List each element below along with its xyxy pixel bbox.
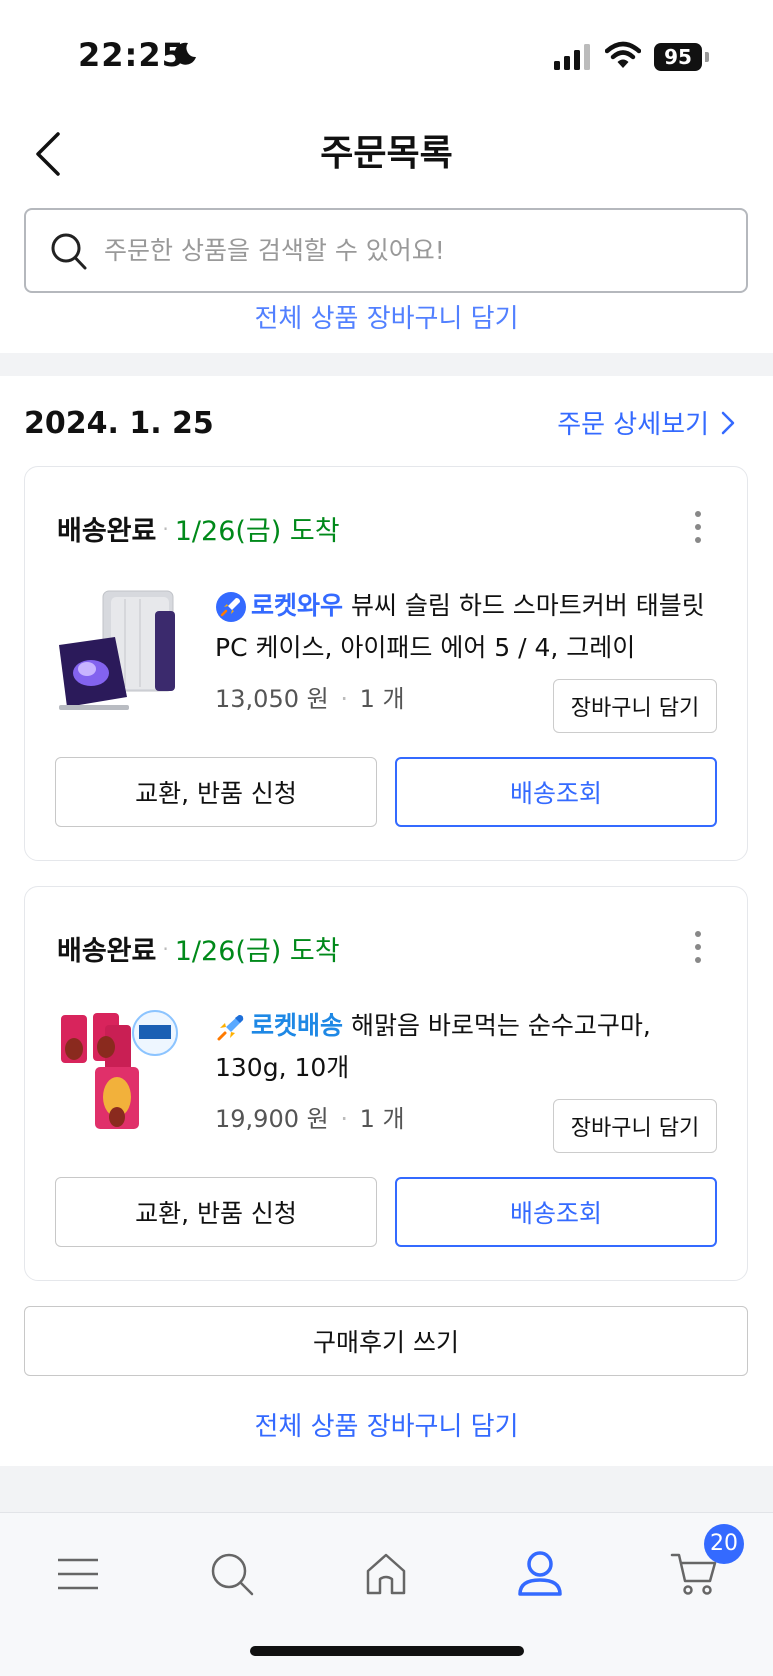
- write-review-button[interactable]: 구매후기 쓰기: [24, 1306, 748, 1376]
- product-image-tablet-case[interactable]: [55, 585, 185, 715]
- wifi-icon: [605, 41, 641, 68]
- product-image-sweet-potato[interactable]: [55, 1005, 185, 1135]
- order-item-card: 배송완료 · 1/26(금) 도착 로켓와우 뷰씨 슬림 하드 스마트커버 태블…: [24, 466, 748, 861]
- product-name-line[interactable]: 로켓배송 해맑음 바로먹는 순수고구마, 130g, 10개: [215, 1005, 725, 1089]
- arrival-date: 1/26(금) 도착: [174, 516, 340, 547]
- price: 13,050 원: [215, 685, 329, 713]
- add-to-cart-button[interactable]: 장바구니 담기: [553, 1099, 717, 1153]
- order-detail-label: 주문 상세보기: [557, 410, 709, 440]
- status-label: 배송완료: [57, 936, 157, 967]
- nav-my-page[interactable]: [500, 1539, 580, 1609]
- order-date: 2024. 1. 25: [24, 406, 214, 441]
- separator-dot: ·: [332, 1105, 356, 1133]
- order-group: 2024. 1. 25 주문 상세보기 배송완료 · 1/26(금) 도착 로켓…: [0, 376, 773, 1466]
- separator-dot: ·: [332, 685, 356, 713]
- add-all-to-cart-link-peek[interactable]: 전체 상품 장바구니 담기: [0, 298, 773, 335]
- separator-dot: ·: [162, 516, 169, 541]
- add-all-to-cart-link[interactable]: 전체 상품 장바구니 담기: [0, 1406, 773, 1443]
- home-icon: [366, 1553, 406, 1595]
- price: 19,900 원: [215, 1105, 329, 1133]
- menu-icon: [58, 1558, 98, 1590]
- quantity: 1 개: [359, 685, 405, 713]
- cart-count-badge: 20: [704, 1524, 744, 1564]
- track-delivery-button[interactable]: 배송조회: [395, 1177, 717, 1247]
- more-options-icon[interactable]: [693, 931, 703, 967]
- search-area: 전체 상품 장바구니 담기: [0, 198, 773, 353]
- rocket-wow-badge-icon: [216, 592, 246, 622]
- cellular-signal-icon: [554, 44, 590, 70]
- add-to-cart-button[interactable]: 장바구니 담기: [553, 679, 717, 733]
- moon-icon: [174, 42, 196, 65]
- page-title: 주문목록: [320, 133, 453, 174]
- battery-indicator: 95: [654, 43, 702, 71]
- rocket-wow-badge-label: 로켓와우: [251, 591, 344, 620]
- quantity: 1 개: [359, 1105, 405, 1133]
- header: 주문목록: [0, 110, 773, 198]
- nav-menu[interactable]: [38, 1539, 118, 1609]
- battery-nub: [705, 52, 709, 62]
- home-indicator: [250, 1646, 524, 1656]
- exchange-return-button[interactable]: 교환, 반품 신청: [55, 757, 377, 827]
- nav-search[interactable]: [192, 1539, 272, 1609]
- chevron-right-icon: [721, 411, 735, 434]
- more-options-icon[interactable]: [693, 511, 703, 547]
- exchange-return-button[interactable]: 교환, 반품 신청: [55, 1177, 377, 1247]
- separator-dot: ·: [162, 936, 169, 961]
- arrival-date: 1/26(금) 도착: [174, 936, 340, 967]
- my-page-icon: [518, 1551, 562, 1596]
- order-detail-link[interactable]: 주문 상세보기: [557, 404, 735, 441]
- track-delivery-button[interactable]: 배송조회: [395, 757, 717, 827]
- delivery-status: 배송완료 · 1/26(금) 도착: [57, 509, 340, 548]
- search-input[interactable]: [96, 210, 736, 291]
- order-item-card: 배송완료 · 1/26(금) 도착 로켓배송 해맑음 바로먹는 순수고구마, 1…: [24, 886, 748, 1281]
- price-quantity: 13,050 원 · 1 개: [215, 679, 405, 714]
- status-bar: 22:25 95: [0, 0, 773, 110]
- search-box[interactable]: [24, 208, 748, 293]
- price-quantity: 19,900 원 · 1 개: [215, 1099, 405, 1134]
- search-icon: [211, 1553, 254, 1596]
- delivery-status: 배송완료 · 1/26(금) 도착: [57, 929, 340, 968]
- clock: 22:25: [78, 36, 185, 74]
- rocket-delivery-badge-icon: [217, 1015, 244, 1041]
- product-name-line[interactable]: 로켓와우 뷰씨 슬림 하드 스마트커버 태블릿 PC 케이스, 아이패드 에어 …: [215, 585, 725, 669]
- rocket-delivery-badge-label: 로켓배송: [251, 1011, 344, 1040]
- search-icon: [51, 233, 87, 270]
- status-label: 배송완료: [57, 516, 157, 547]
- nav-home[interactable]: [346, 1539, 426, 1609]
